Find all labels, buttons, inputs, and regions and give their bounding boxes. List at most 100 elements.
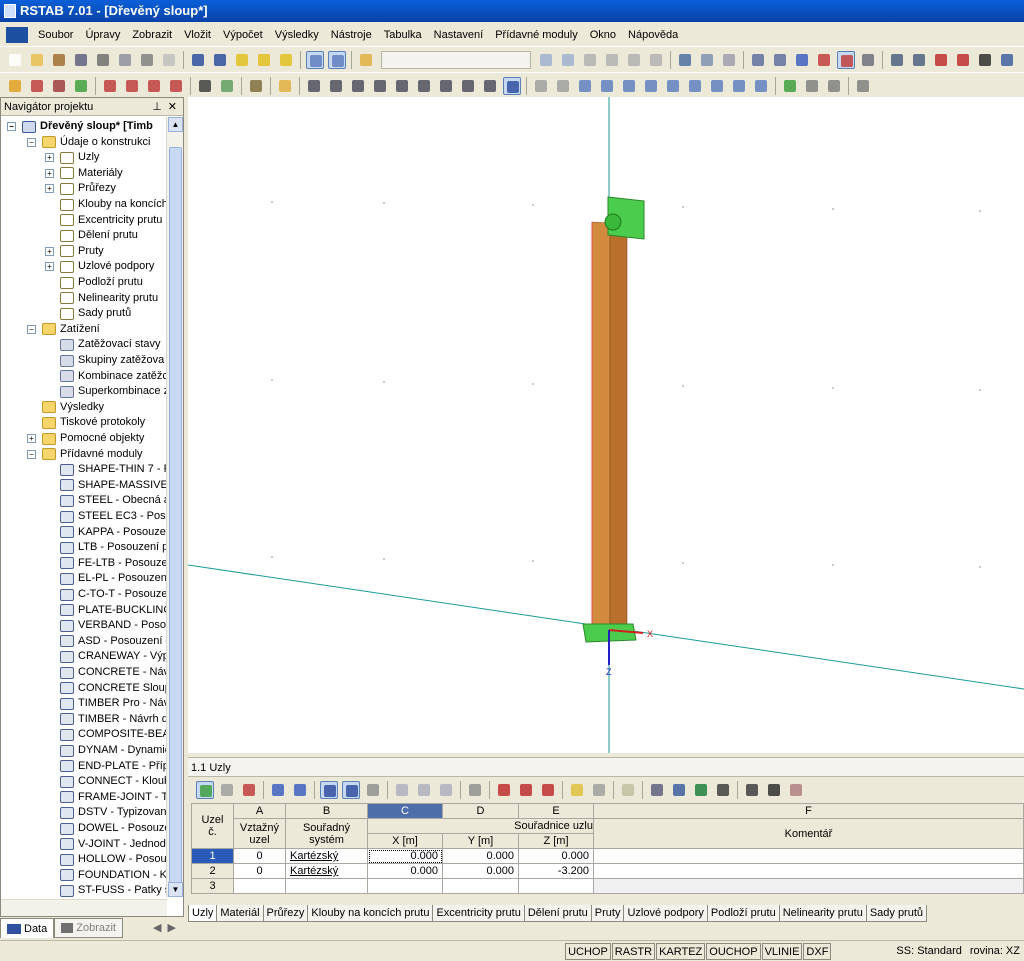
zoom-window-icon[interactable] [859,51,877,69]
menu-upravy[interactable]: Úpravy [79,24,126,46]
tree-item[interactable]: SHAPE-THIN 7 - P [45,462,167,477]
tree-item[interactable]: STEEL EC3 - Posu [45,509,167,524]
view-3d-icon[interactable] [437,77,455,95]
export-icon[interactable] [160,51,178,69]
comment-cell[interactable] [593,848,1024,864]
z-cell[interactable]: -3.200 [518,863,594,879]
sheet-tab[interactable]: Uzly [188,905,218,922]
comment-cell[interactable] [593,863,1024,879]
status-snap-button[interactable]: UCHOP [565,942,611,960]
ref-node-cell[interactable] [233,878,286,894]
member-icon[interactable] [28,77,46,95]
col-letter-d[interactable]: D [442,803,519,819]
guide-line-icon[interactable] [247,77,265,95]
my-moment-icon[interactable] [686,77,704,95]
sheet-tab[interactable]: Materiál [216,905,264,922]
edit-icon[interactable] [233,51,251,69]
info-icon[interactable] [998,51,1016,69]
table-row[interactable]: 3 [191,878,1024,894]
ref-node-cell[interactable]: 0 [233,863,286,879]
measure-icon[interactable] [888,51,906,69]
selection-mode-icon[interactable] [503,76,521,95]
tree-item[interactable]: Sady prutů [45,306,131,321]
row-number[interactable]: 3 [191,878,234,894]
col-letter-a[interactable]: A [233,803,286,819]
delete-icon[interactable] [954,51,972,69]
result-values-icon[interactable] [554,77,572,95]
tree-item[interactable]: Klouby na koncích [45,197,167,212]
col-letter-f[interactable]: F [593,803,1024,819]
x-cell[interactable]: 0.000 [367,848,443,864]
tree-item[interactable]: + Materiály [45,166,123,181]
tree-item[interactable]: Skupiny zatěžova [45,353,164,368]
tree-item[interactable]: STEEL - Obecná a [45,493,167,508]
deformation-icon[interactable] [576,77,594,95]
table-paste-icon[interactable] [415,781,433,799]
collapse-icon[interactable]: − [7,122,16,131]
view-x-icon[interactable] [371,77,389,95]
tab-scroll-arrows[interactable]: ◀ ▶ [153,918,184,938]
support-reaction-icon[interactable] [781,77,799,95]
viewport-canvas[interactable]: X Z [188,97,1024,753]
menu-tabulka[interactable]: Tabulka [378,24,428,46]
tree-item[interactable]: END-PLATE - Přípc [45,759,167,774]
table-copy-icon[interactable] [393,781,411,799]
support-icon[interactable] [72,77,90,95]
print-icon[interactable] [94,51,112,69]
menu-vysledky[interactable]: Výsledky [269,24,325,46]
lasso-icon[interactable] [910,51,928,69]
tree-item[interactable]: + Pomocné objekty [27,431,144,446]
result-filter-icon[interactable] [825,77,843,95]
expand-icon[interactable]: + [45,184,54,194]
y-cell[interactable] [442,878,519,894]
member-load-icon[interactable] [123,77,141,95]
tree-item[interactable]: CONNECT - Kloub [45,774,167,789]
sheet-tab[interactable]: Sady prutů [865,905,928,922]
select-icon[interactable] [255,51,273,69]
table-print-icon[interactable] [648,781,666,799]
tree-item[interactable]: Excentricity prutu [45,213,162,228]
open-file-icon[interactable] [28,51,46,69]
menu-nastroje[interactable]: Nástroje [325,24,378,46]
row-number[interactable]: 1 [191,848,234,864]
excel-export-icon[interactable] [692,781,710,799]
status-guideline-button[interactable]: VLINIE [761,942,803,960]
tree-item[interactable]: CRANEWAY - Výp [45,649,167,664]
tree-item[interactable]: ST-FUSS - Patky s [45,883,167,897]
tree-item[interactable]: CONCRETE Sloupy [45,681,167,696]
top-hinge-icon[interactable] [604,213,622,231]
sheet-tab[interactable]: Podloží prutu [706,905,780,922]
tree-item[interactable]: + Pruty [45,244,104,259]
view-iso-icon[interactable] [305,77,323,95]
new-file-icon[interactable] [6,51,24,69]
tree-item[interactable]: − Dřevěný sloup* [Timb [7,119,153,134]
n-force-icon[interactable] [598,77,616,95]
collapse-icon[interactable]: − [27,324,36,334]
tree-item[interactable]: TIMBER - Návrh d [45,712,167,727]
expand-icon[interactable]: + [27,434,36,443]
sheet-tab[interactable]: Nelinearity prutu [778,905,867,922]
ref-node-cell[interactable]: 0 [233,848,286,864]
tree-item[interactable]: + Uzlové podpory [45,259,154,274]
tree-item[interactable]: Kombinace zatěžc [45,369,167,384]
menu-zobrazit[interactable]: Zobrazit [126,24,178,46]
menu-nastaveni[interactable]: Nastavení [428,24,490,46]
navigator-hscrollbar[interactable] [1,899,167,916]
menu-vlozit[interactable]: Vložit [178,24,217,46]
sheet-tab[interactable]: Dělení prutu [523,905,592,922]
tree-item[interactable]: + Uzly [45,150,99,165]
table-prev-icon[interactable] [269,781,287,799]
y-cell[interactable]: 0.000 [442,863,519,879]
table-columns-icon[interactable] [590,781,608,799]
print-graphic-icon[interactable] [138,51,156,69]
tree-item[interactable]: KAPPA - Posouzer [45,525,167,540]
table-clear-icon[interactable] [466,781,484,799]
redo-icon[interactable] [211,51,229,69]
document-icon[interactable] [6,27,28,43]
tree-item[interactable]: Zatěžovací stavy [45,337,161,352]
tree-item[interactable]: C-TO-T - Posouze [45,587,167,602]
tree-item[interactable]: DYNAM - Dynamic [45,743,167,758]
tree-item[interactable]: TIMBER Pro - Náv [45,696,167,711]
table-toggle-icon[interactable] [328,50,346,69]
tree-item[interactable]: FRAME-JOINT - T [45,790,167,805]
